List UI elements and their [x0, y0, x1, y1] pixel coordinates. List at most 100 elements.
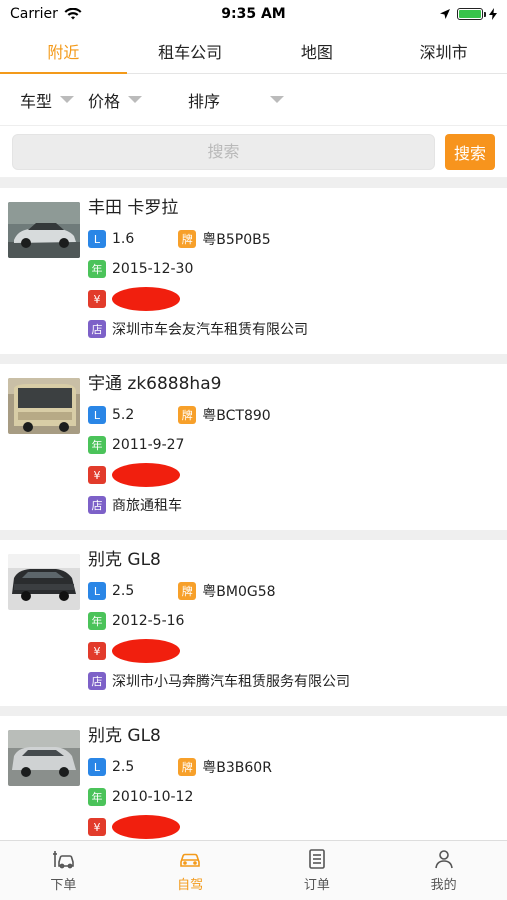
shop-name: 商旅通租车	[112, 498, 182, 514]
car-list[interactable]: 丰田 卡罗拉 L 1.6 牌 粤B5P0B5 年 2015-12-30 ¥ 店 …	[0, 178, 507, 840]
car-spec-row: L 2.5 牌 粤B3B60R	[88, 752, 499, 782]
engine-badge-icon: L	[88, 758, 106, 776]
car-info: 别克 GL8 L 2.5 牌 粤BM0G58 年 2012-5-16 ¥ 店 深…	[88, 548, 499, 696]
car-name: 宇通 zk6888ha9	[88, 374, 222, 394]
tab-rental-company[interactable]: 租车公司	[127, 28, 254, 73]
car-order-icon	[53, 851, 75, 869]
order-list-icon	[309, 849, 325, 869]
tabbar-mine-label: 我的	[430, 878, 457, 893]
shop-name: 深圳市小马奔腾汽车租赁服务有限公司	[112, 674, 350, 690]
car-spec-row: L 5.2 牌 粤BCT890	[88, 400, 499, 430]
plate-badge-icon: 牌	[178, 230, 197, 248]
car-icon	[180, 853, 200, 867]
car-year-row: 年 2012-5-16	[88, 606, 499, 636]
charging-icon	[489, 8, 497, 20]
filter-sort-label: 排序	[188, 91, 221, 111]
chevron-down-icon	[128, 96, 143, 103]
registration-date: 2010-10-12	[112, 789, 194, 805]
year-badge-icon: 年	[88, 260, 106, 278]
filter-price[interactable]: 价格	[88, 88, 143, 112]
car-list-item[interactable]: 别克 GL8 L 2.5 牌 粤B3B60R 年 2010-10-12 ¥	[0, 716, 507, 840]
registration-date: 2015-12-30	[112, 261, 194, 277]
shop-badge-icon: 店	[88, 672, 106, 690]
chevron-down-icon	[60, 96, 75, 103]
registration-date: 2012-5-16	[112, 613, 185, 629]
car-name: 别克 GL8	[88, 726, 161, 746]
plate-group: 牌 粤BM0G58	[178, 581, 276, 601]
car-list-item[interactable]: 宇通 zk6888ha9 L 5.2 牌 粤BCT890 年 2011-9-27…	[0, 364, 507, 530]
filter-price-label: 价格	[88, 91, 121, 111]
car-photo	[8, 202, 80, 258]
plate-badge-icon: 牌	[178, 406, 197, 424]
plate-number: 粤B5P0B5	[202, 232, 271, 248]
car-price-row: ¥	[88, 284, 499, 314]
filter-sort[interactable]: 排序	[188, 88, 285, 112]
car-spec-row: L 1.6 牌 粤B5P0B5	[88, 224, 499, 254]
search-input[interactable]	[12, 133, 435, 170]
filter-car-type[interactable]: 车型	[20, 88, 75, 112]
year-badge-icon: 年	[88, 612, 106, 630]
car-shop-row: 店 商旅通租车	[88, 490, 499, 520]
price-redaction	[112, 815, 180, 839]
car-info: 丰田 卡罗拉 L 1.6 牌 粤B5P0B5 年 2015-12-30 ¥ 店 …	[88, 196, 499, 344]
price-badge-icon: ¥	[88, 466, 106, 484]
car-photo	[8, 730, 80, 786]
engine-size: 1.6	[112, 231, 135, 247]
car-name: 别克 GL8	[88, 550, 161, 570]
car-list-item[interactable]: 丰田 卡罗拉 L 1.6 牌 粤B5P0B5 年 2015-12-30 ¥ 店 …	[0, 188, 507, 354]
search-button[interactable]: 搜索	[445, 133, 495, 170]
chevron-down-icon	[270, 96, 285, 103]
plate-badge-icon: 牌	[178, 758, 197, 776]
battery-icon	[457, 8, 486, 20]
price-redaction	[112, 639, 180, 663]
shop-badge-icon: 店	[88, 320, 106, 338]
tabbar-self-drive-label: 自驾	[177, 878, 204, 893]
tabbar-mine[interactable]: 我的	[380, 841, 507, 900]
car-list-item[interactable]: 别克 GL8 L 2.5 牌 粤BM0G58 年 2012-5-16 ¥ 店 深…	[0, 540, 507, 706]
tab-city[interactable]: 深圳市	[380, 28, 507, 73]
price-redaction	[112, 287, 180, 311]
engine-size: 2.5	[112, 583, 135, 599]
registration-date: 2011-9-27	[112, 437, 185, 453]
tabbar-orders-label: 订单	[303, 878, 330, 893]
engine-badge-icon: L	[88, 230, 106, 248]
plate-number: 粤BM0G58	[202, 584, 276, 600]
car-photo	[8, 378, 80, 434]
price-badge-icon: ¥	[88, 290, 106, 308]
car-photo	[8, 554, 80, 610]
plate-number: 粤B3B60R	[202, 760, 272, 776]
top-tabs: 附近 租车公司 地图 深圳市	[0, 28, 507, 74]
status-left: Carrier	[10, 6, 160, 22]
plate-group: 牌 粤BCT890	[178, 405, 271, 425]
year-badge-icon: 年	[88, 436, 106, 454]
tabbar-orders[interactable]: 订单	[254, 841, 381, 900]
car-year-row: 年 2015-12-30	[88, 254, 499, 284]
car-price-row: ¥	[88, 636, 499, 666]
engine-size: 2.5	[112, 759, 135, 775]
car-price-row: ¥	[88, 812, 499, 840]
plate-number: 粤BCT890	[202, 408, 271, 424]
tab-map[interactable]: 地图	[254, 28, 381, 73]
wifi-icon	[64, 8, 82, 20]
engine-badge-icon: L	[88, 582, 106, 600]
location-icon	[440, 9, 450, 19]
price-badge-icon: ¥	[88, 642, 106, 660]
filter-car-type-label: 车型	[20, 91, 53, 111]
tabbar-self-drive[interactable]: 自驾	[127, 841, 254, 900]
car-info: 别克 GL8 L 2.5 牌 粤B3B60R 年 2010-10-12 ¥	[88, 724, 499, 840]
tabbar-order[interactable]: 下单	[0, 841, 127, 900]
year-badge-icon: 年	[88, 788, 106, 806]
shop-badge-icon: 店	[88, 496, 106, 514]
carrier-label: Carrier	[10, 6, 58, 22]
plate-group: 牌 粤B5P0B5	[178, 229, 271, 249]
car-name: 丰田 卡罗拉	[88, 198, 179, 218]
tab-nearby[interactable]: 附近	[0, 28, 127, 74]
user-icon	[434, 850, 453, 869]
filter-bar: 车型 价格 排序	[0, 74, 507, 126]
car-price-row: ¥	[88, 460, 499, 490]
car-shop-row: 店 深圳市车会友汽车租赁有限公司	[88, 314, 499, 344]
price-badge-icon: ¥	[88, 818, 106, 836]
status-right	[347, 8, 497, 20]
car-info: 宇通 zk6888ha9 L 5.2 牌 粤BCT890 年 2011-9-27…	[88, 372, 499, 520]
plate-badge-icon: 牌	[178, 582, 197, 600]
